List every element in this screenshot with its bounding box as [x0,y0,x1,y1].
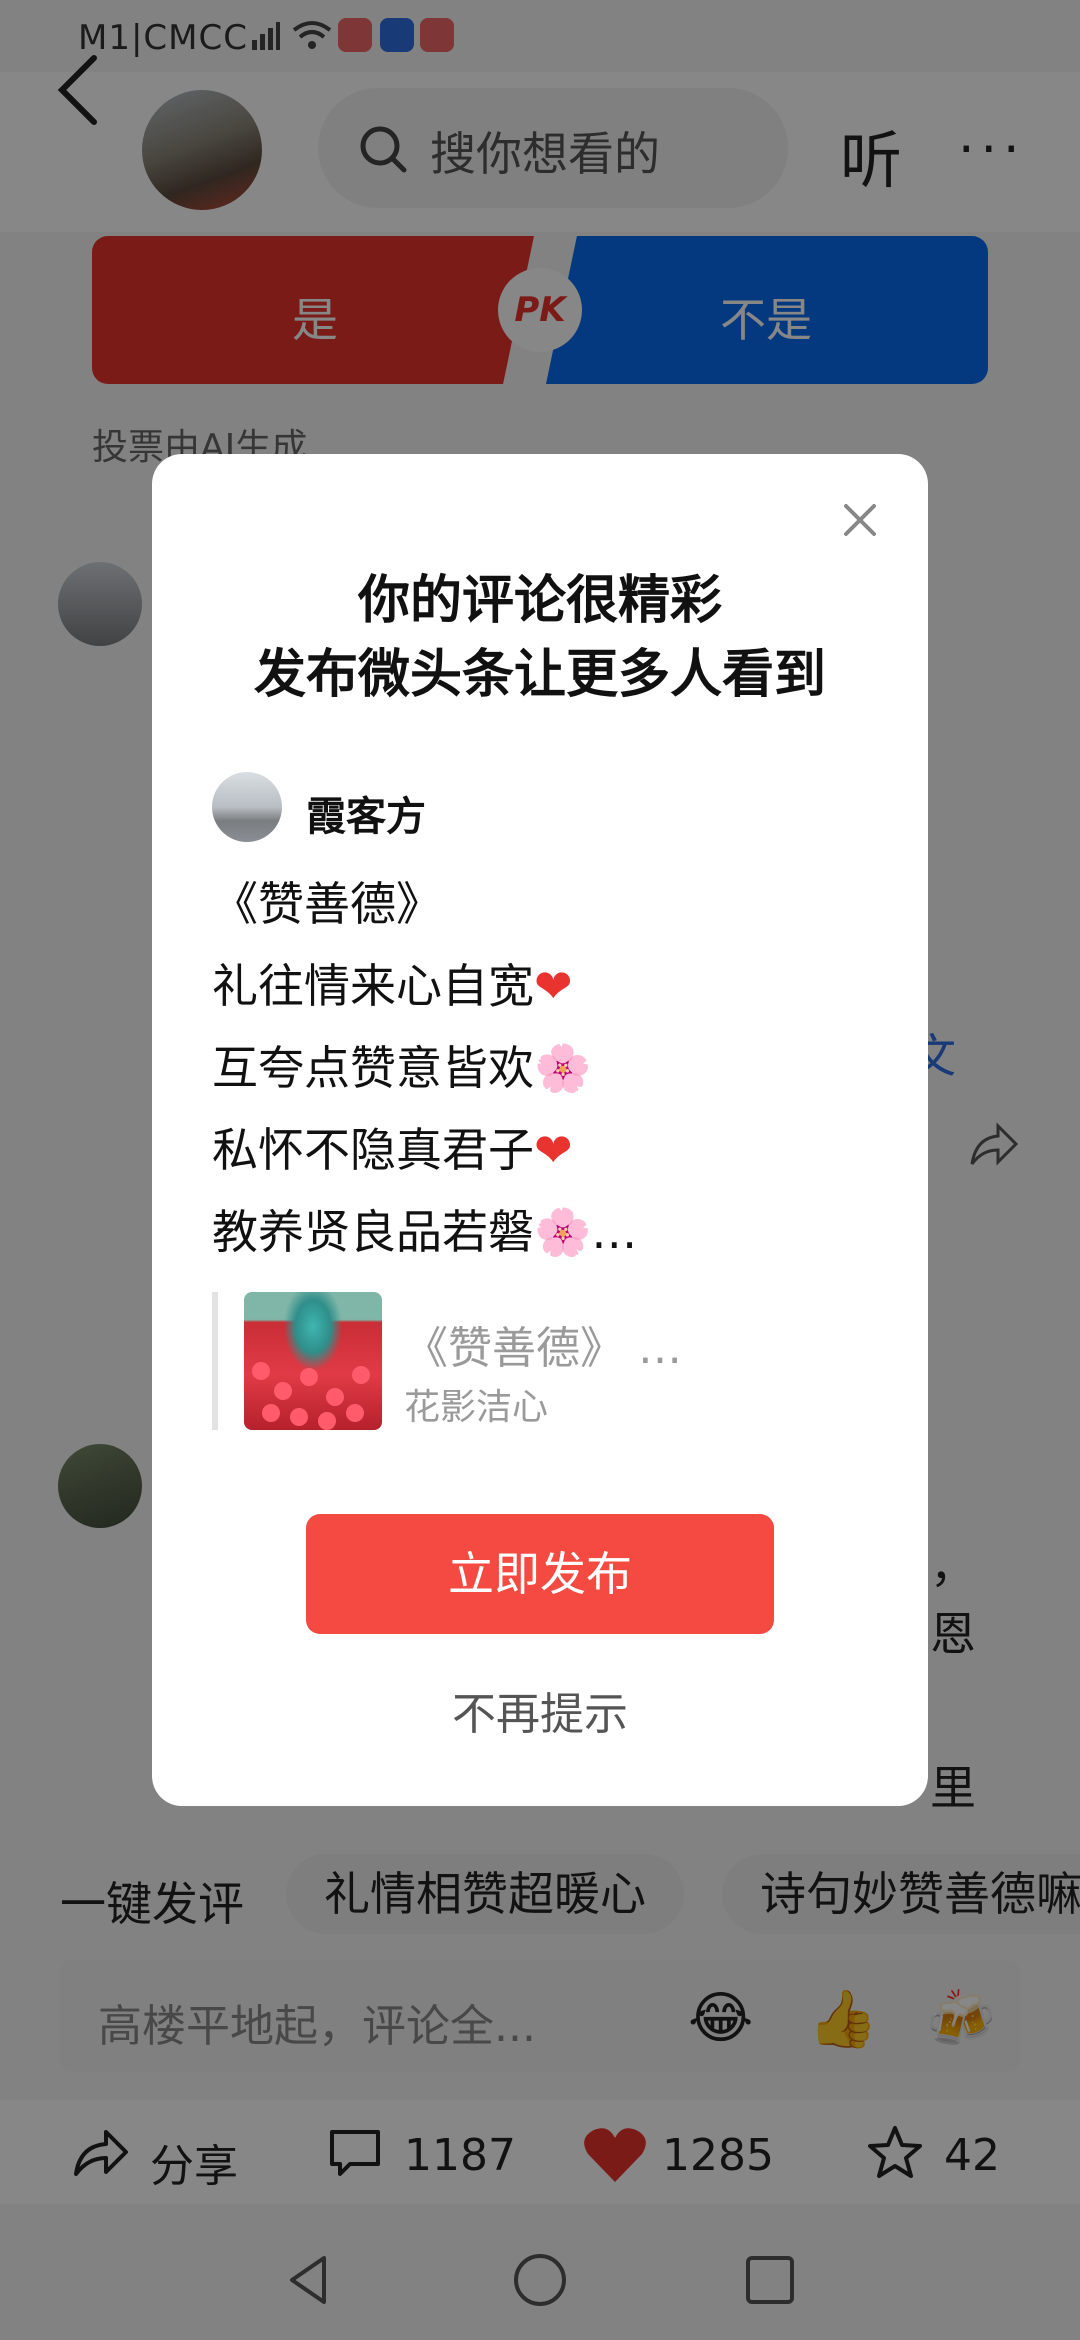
heart-emoji-icon: ❤ [534,959,573,1013]
poem-line: 《赞善德》 [212,877,442,931]
dialog-title: 你的评论很精彩 [357,571,722,631]
quote-divider [212,1292,218,1430]
do-not-remind-button[interactable]: 不再提示 [152,1678,928,1742]
publish-dialog: 你的评论很精彩 发布微头条让更多人看到 霞客方 《赞善德》 礼往情来心自宽❤ 互… [152,454,928,1806]
poem-line: 教养贤良品若磐🌸… [212,1205,638,1259]
close-icon[interactable] [840,500,880,540]
user-avatar [212,772,282,842]
flower-emoji-icon: 🌸 [534,1041,592,1095]
quoted-article-title: 《赞善德》 … [404,1323,682,1374]
heart-emoji-icon: ❤ [534,1123,573,1177]
poem-line: 礼往情来心自宽❤ [212,959,573,1013]
user-name: 霞客方 [306,794,426,840]
quoted-article-thumbnail [244,1292,382,1430]
flower-emoji-icon: 🌸 [534,1205,592,1259]
poem-line: 私怀不隐真君子❤ [212,1123,573,1177]
publish-now-button[interactable]: 立即发布 [306,1514,774,1634]
poem-line: 互夸点赞意皆欢🌸 [212,1041,592,1095]
quoted-article-author: 花影洁心 [404,1387,549,1428]
dialog-subtitle: 发布微头条让更多人看到 [253,645,826,705]
